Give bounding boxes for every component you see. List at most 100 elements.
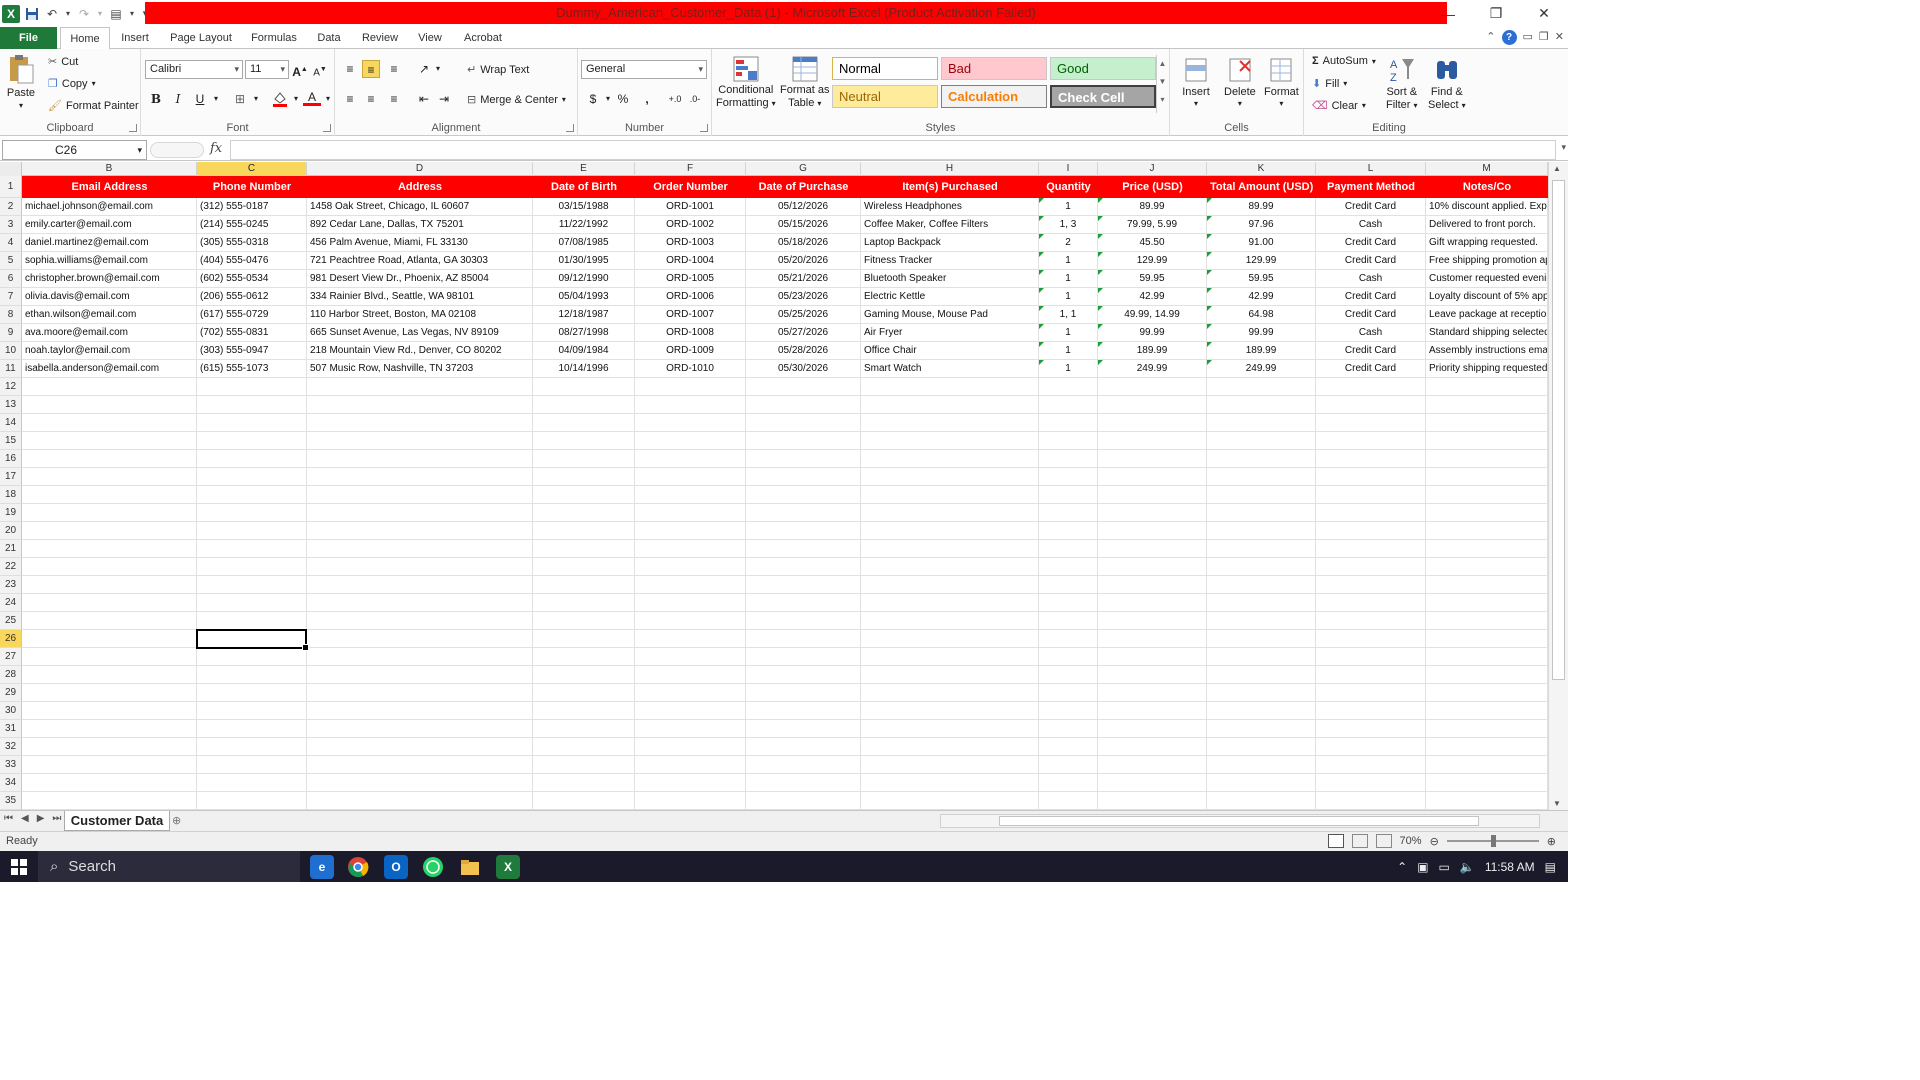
empty-cell[interactable] <box>307 450 533 467</box>
insert-cells-button[interactable]: Insert ▾ <box>1182 55 1210 108</box>
empty-cell[interactable] <box>307 378 533 395</box>
number-as-text-warning-icon[interactable] <box>1039 270 1044 275</box>
empty-cell[interactable] <box>861 522 1039 539</box>
row-header[interactable]: 11 <box>0 360 22 378</box>
table-cell[interactable]: 09/12/1990 <box>533 270 635 287</box>
table-cell[interactable]: (305) 555-0318 <box>197 234 307 251</box>
table-cell[interactable]: 10/14/1996 <box>533 360 635 377</box>
empty-cell[interactable] <box>1098 738 1207 755</box>
empty-cell[interactable] <box>1039 414 1098 431</box>
worksheet-grid[interactable]: BCDEFGHIJKLM 1 Email Address Phone Number A… <box>0 162 1548 810</box>
zoom-out-icon[interactable]: ⊖ <box>1430 835 1439 848</box>
number-as-text-warning-icon[interactable] <box>1039 288 1044 293</box>
empty-cell[interactable] <box>1039 612 1098 629</box>
empty-cell[interactable] <box>533 630 635 647</box>
table-cell[interactable]: 05/27/2026 <box>746 324 861 341</box>
table-cell[interactable]: 1458 Oak Street, Chicago, IL 60607 <box>307 198 533 215</box>
row-header[interactable]: 8 <box>0 306 22 324</box>
table-cell[interactable]: noah.taylor@email.com <box>22 342 197 359</box>
row-header[interactable]: 7 <box>0 288 22 306</box>
empty-cell[interactable] <box>861 468 1039 485</box>
empty-cell[interactable] <box>1316 540 1426 557</box>
table-cell[interactable]: ORD-1010 <box>635 360 746 377</box>
number-as-text-warning-icon[interactable] <box>1039 216 1044 221</box>
empty-cell[interactable] <box>1207 432 1316 449</box>
row-header[interactable]: 9 <box>0 324 22 342</box>
number-as-text-warning-icon[interactable] <box>1098 342 1103 347</box>
empty-cell[interactable] <box>635 558 746 575</box>
table-cell[interactable]: 05/20/2026 <box>746 252 861 269</box>
number-as-text-warning-icon[interactable] <box>1098 216 1103 221</box>
empty-cell[interactable] <box>1426 594 1548 611</box>
wrap-text-button[interactable]: ↵ Wrap Text <box>467 63 529 77</box>
outlook-icon[interactable]: O <box>384 855 408 879</box>
empty-cell[interactable] <box>307 648 533 665</box>
empty-cell[interactable] <box>533 594 635 611</box>
empty-cell[interactable] <box>533 486 635 503</box>
row-header[interactable]: 33 <box>0 756 22 774</box>
table-cell[interactable]: 2 <box>1039 234 1098 251</box>
table-cell[interactable]: (615) 555-1073 <box>197 360 307 377</box>
column-header-m[interactable]: M <box>1426 162 1548 176</box>
table-cell[interactable]: emily.carter@email.com <box>22 216 197 233</box>
empty-cell[interactable] <box>1426 684 1548 701</box>
table-cell[interactable]: olivia.davis@email.com <box>22 288 197 305</box>
column-header-f[interactable]: F <box>635 162 746 176</box>
comma-style-icon[interactable]: , <box>638 90 656 108</box>
number-as-text-warning-icon[interactable] <box>1098 270 1103 275</box>
row-header[interactable]: 4 <box>0 234 22 252</box>
empty-cell[interactable] <box>635 378 746 395</box>
empty-cell[interactable] <box>1098 540 1207 557</box>
empty-cell[interactable] <box>22 396 197 413</box>
style-normal[interactable]: Normal <box>832 57 938 80</box>
horizontal-scroll-thumb[interactable] <box>999 816 1479 826</box>
empty-cell[interactable] <box>861 756 1039 773</box>
row-header[interactable]: 5 <box>0 252 22 270</box>
number-as-text-warning-icon[interactable] <box>1098 306 1103 311</box>
empty-cell[interactable] <box>22 792 197 809</box>
empty-cell[interactable] <box>22 540 197 557</box>
row-header[interactable]: 35 <box>0 792 22 810</box>
number-format-select[interactable]: General <box>581 60 707 79</box>
empty-cell[interactable] <box>746 378 861 395</box>
empty-cell[interactable] <box>197 504 307 521</box>
empty-cell[interactable] <box>635 702 746 719</box>
empty-cell[interactable] <box>1316 468 1426 485</box>
empty-cell[interactable] <box>1098 684 1207 701</box>
format-cells-button[interactable]: Format ▾ <box>1264 55 1299 108</box>
empty-cell[interactable] <box>635 738 746 755</box>
empty-cell[interactable] <box>1316 414 1426 431</box>
table-cell[interactable]: Fitness Tracker <box>861 252 1039 269</box>
empty-cell[interactable] <box>1316 486 1426 503</box>
empty-cell[interactable] <box>307 792 533 809</box>
table-cell[interactable]: 981 Desert View Dr., Phoenix, AZ 85004 <box>307 270 533 287</box>
empty-cell[interactable] <box>861 648 1039 665</box>
first-sheet-icon[interactable]: ⏮ <box>4 813 13 824</box>
table-cell[interactable]: 189.99 <box>1098 342 1207 359</box>
format-as-table-button[interactable]: Format as Table ▾ <box>780 55 830 109</box>
table-cell[interactable]: 97.96 <box>1207 216 1316 233</box>
empty-cell[interactable] <box>635 540 746 557</box>
column-header-c[interactable]: C <box>197 162 307 176</box>
number-as-text-warning-icon[interactable] <box>1039 360 1044 365</box>
empty-cell[interactable] <box>307 522 533 539</box>
empty-cell[interactable] <box>197 432 307 449</box>
insert-sheet-icon[interactable]: ⊕ <box>172 814 188 828</box>
table-cell[interactable]: 05/04/1993 <box>533 288 635 305</box>
doc-minimize-icon[interactable]: ▭ <box>1523 30 1533 45</box>
row-header[interactable]: 15 <box>0 432 22 450</box>
empty-cell[interactable] <box>533 648 635 665</box>
table-cell[interactable]: ava.moore@email.com <box>22 324 197 341</box>
table-cell[interactable]: Credit Card <box>1316 306 1426 323</box>
close-icon[interactable]: ✕ <box>1520 0 1568 27</box>
table-cell[interactable]: 129.99 <box>1098 252 1207 269</box>
empty-cell[interactable] <box>307 702 533 719</box>
empty-cell[interactable] <box>746 756 861 773</box>
volume-icon[interactable]: 🔈 <box>1460 860 1475 874</box>
empty-cell[interactable] <box>533 702 635 719</box>
style-calculation[interactable]: Calculation <box>941 85 1047 108</box>
row-header[interactable]: 34 <box>0 774 22 792</box>
notifications-icon[interactable]: ▤ <box>1545 860 1556 874</box>
empty-cell[interactable] <box>1207 702 1316 719</box>
column-header-h[interactable]: H <box>861 162 1039 176</box>
